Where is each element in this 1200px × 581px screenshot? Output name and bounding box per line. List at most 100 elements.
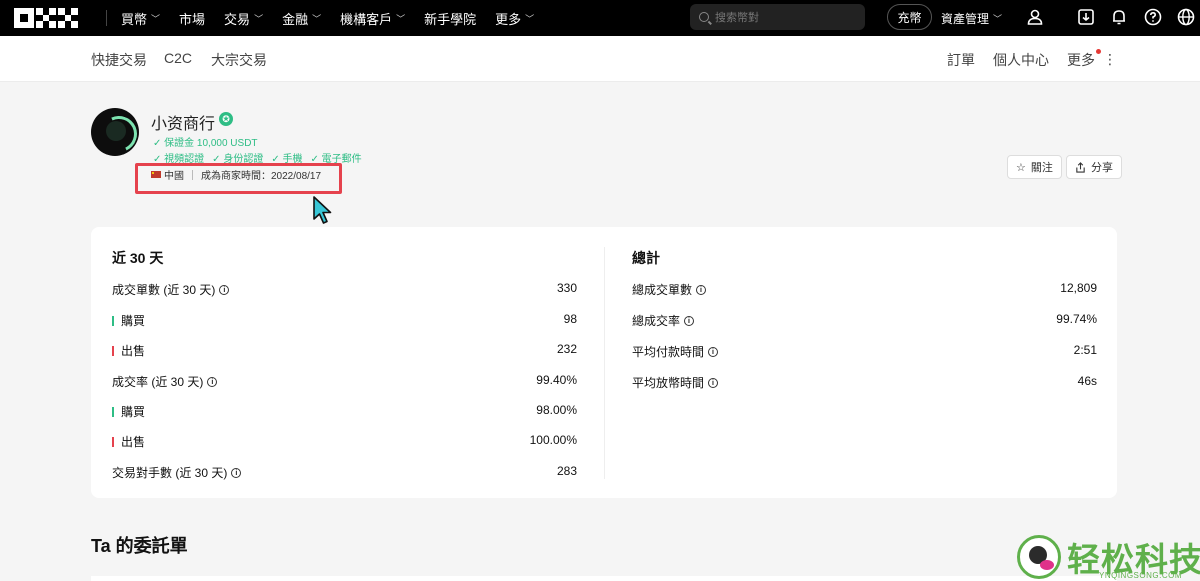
- stat-label: 平均放幣時間: [632, 376, 705, 390]
- stat-value: 99.74%: [1056, 312, 1097, 326]
- asset-management-menu[interactable]: 資產管理 ﹀: [941, 0, 1002, 36]
- security-deposit: ✓ 保證金 10,000 USDT: [153, 138, 258, 149]
- merchant-name: 小资商行: [151, 116, 216, 133]
- info-icon[interactable]: i: [231, 467, 242, 478]
- main-menu: 買幣 ﹀ 市場 交易 ﹀ 金融 ﹀ 機構客戶 ﹀ 新手學院 更多 ﹀: [121, 0, 553, 36]
- stat-value: 2:51: [1073, 343, 1097, 357]
- stat-label: 購買: [121, 405, 146, 419]
- chevron-down-icon: ﹀: [254, 13, 264, 24]
- stat-label: 平均付款時間: [632, 345, 705, 359]
- menu-label: 交易: [224, 11, 251, 27]
- globe-icon[interactable]: [1176, 7, 1196, 27]
- kebab-menu-icon[interactable]: ⋮: [1103, 52, 1117, 66]
- stat-label: 出售: [121, 435, 146, 449]
- stat-label: 出售: [121, 344, 146, 358]
- total-title: 總計: [632, 250, 660, 266]
- menu-label: 金融: [282, 11, 309, 27]
- menu-label: 買幣: [121, 11, 148, 27]
- stat-row-sell-orders: 出售: [112, 342, 145, 359]
- stat-row-completion-30d: 成交率 (近 30 天) i: [112, 373, 218, 390]
- menu-item-learn[interactable]: 新手學院: [424, 9, 476, 28]
- stat-value: 232: [556, 342, 577, 356]
- star-icon: ☆: [1016, 161, 1026, 174]
- menu-label: 更多: [495, 11, 522, 27]
- subnav-express[interactable]: 快捷交易: [91, 50, 147, 70]
- menu-item-markets[interactable]: 市場: [179, 9, 205, 28]
- search-input[interactable]: 搜索幣對: [690, 4, 865, 30]
- merchant-profile: 小资商行 ✪ ✓ 保證金 10,000 USDT ✓ 視頻認證 ✓ 身份認證 ✓…: [0, 83, 1200, 207]
- user-icon[interactable]: [1025, 7, 1045, 27]
- menu-item-buy-crypto[interactable]: 買幣 ﹀: [121, 9, 160, 28]
- sell-indicator: [112, 345, 114, 356]
- stat-label: 成交單數 (近 30 天): [112, 283, 216, 297]
- stat-row-buy-orders: 購買: [112, 312, 145, 329]
- menu-label: 新手學院: [424, 11, 477, 27]
- search-placeholder: 搜索幣對: [715, 12, 759, 24]
- menu-item-trade[interactable]: 交易 ﹀: [224, 9, 263, 28]
- buy-indicator: [112, 406, 114, 417]
- stat-value: 283: [556, 464, 577, 478]
- subnav-more[interactable]: 更多: [1067, 50, 1095, 70]
- stat-row-orders-30d: 成交單數 (近 30 天) i: [112, 281, 230, 298]
- orders-table-top: [91, 576, 1117, 581]
- column-divider: [604, 247, 605, 479]
- help-icon[interactable]: [1143, 7, 1163, 27]
- stat-row-avg-release-time: 平均放幣時間 i: [632, 374, 719, 391]
- bell-icon[interactable]: [1109, 7, 1129, 27]
- subnav-block-trading[interactable]: 大宗交易: [211, 50, 267, 70]
- info-icon[interactable]: i: [219, 284, 230, 295]
- stat-label: 成交率 (近 30 天): [112, 375, 204, 389]
- subnav-profile[interactable]: 個人中心: [993, 50, 1049, 70]
- stat-label: 購買: [121, 314, 146, 328]
- deposit-button[interactable]: 充幣: [887, 4, 932, 30]
- sub-navbar: 快捷交易 C2C 大宗交易 訂單 個人中心 更多 ⋮: [0, 36, 1200, 82]
- share-label: 分享: [1091, 162, 1113, 174]
- stat-label: 交易對手數 (近 30 天): [112, 466, 228, 480]
- watermark-url: YNQINGSONG.COM: [1099, 571, 1183, 580]
- info-icon[interactable]: i: [207, 376, 218, 387]
- download-icon[interactable]: [1076, 7, 1096, 27]
- stat-row-sell-rate: 出售: [112, 433, 145, 450]
- info-icon[interactable]: i: [708, 346, 719, 357]
- menu-item-more[interactable]: 更多 ﹀: [495, 9, 534, 28]
- okx-logo[interactable]: [14, 8, 78, 28]
- info-icon[interactable]: i: [696, 284, 707, 295]
- stat-row-avg-pay-time: 平均付款時間 i: [632, 343, 719, 360]
- chevron-down-icon: ﹀: [525, 13, 535, 24]
- subnav-orders[interactable]: 訂單: [947, 50, 975, 70]
- chevron-down-icon: ﹀: [396, 13, 406, 24]
- stat-value: 330: [556, 281, 577, 295]
- subnav-c2c[interactable]: C2C: [164, 50, 192, 66]
- menu-item-finance[interactable]: 金融 ﹀: [282, 9, 321, 28]
- stat-value: 98.00%: [536, 403, 577, 417]
- notification-dot: [1096, 49, 1101, 54]
- stat-row-total-orders: 總成交單數 i: [632, 281, 707, 298]
- nav-divider: [106, 10, 107, 26]
- highlight-box: [135, 163, 342, 194]
- stat-row-total-completion: 總成交率 i: [632, 312, 695, 329]
- follow-button[interactable]: ☆ 關注: [1007, 155, 1062, 179]
- watermark-logo: 轻松科技 YNQINGSONG.COM: [1015, 533, 1200, 581]
- menu-item-institutional[interactable]: 機構客戶 ﹀: [340, 9, 405, 28]
- asset-label: 資產管理: [941, 11, 990, 26]
- info-icon[interactable]: i: [684, 315, 695, 326]
- chevron-down-icon: ﹀: [151, 13, 161, 24]
- search-icon: [699, 12, 709, 22]
- info-icon[interactable]: i: [708, 377, 719, 388]
- menu-label: 市場: [179, 11, 206, 27]
- stat-value: 98: [563, 312, 577, 326]
- watermark-emblem: [1017, 535, 1061, 579]
- buy-indicator: [112, 315, 114, 326]
- stat-label: 總成交率: [632, 314, 681, 328]
- stat-value: 46s: [1077, 374, 1097, 388]
- avatar: [91, 108, 139, 156]
- follow-label: 關注: [1030, 162, 1053, 174]
- orders-section-title: Ta 的委託單: [91, 536, 188, 556]
- stat-value: 100.00%: [529, 433, 577, 447]
- stat-label: 總成交單數: [632, 283, 693, 297]
- verified-badge-icon: ✪: [219, 112, 233, 126]
- stat-row-counterparties-30d: 交易對手數 (近 30 天) i: [112, 464, 242, 481]
- stat-value: 99.40%: [536, 373, 577, 387]
- stat-row-buy-rate: 購買: [112, 403, 145, 420]
- share-button[interactable]: 分享: [1066, 155, 1122, 179]
